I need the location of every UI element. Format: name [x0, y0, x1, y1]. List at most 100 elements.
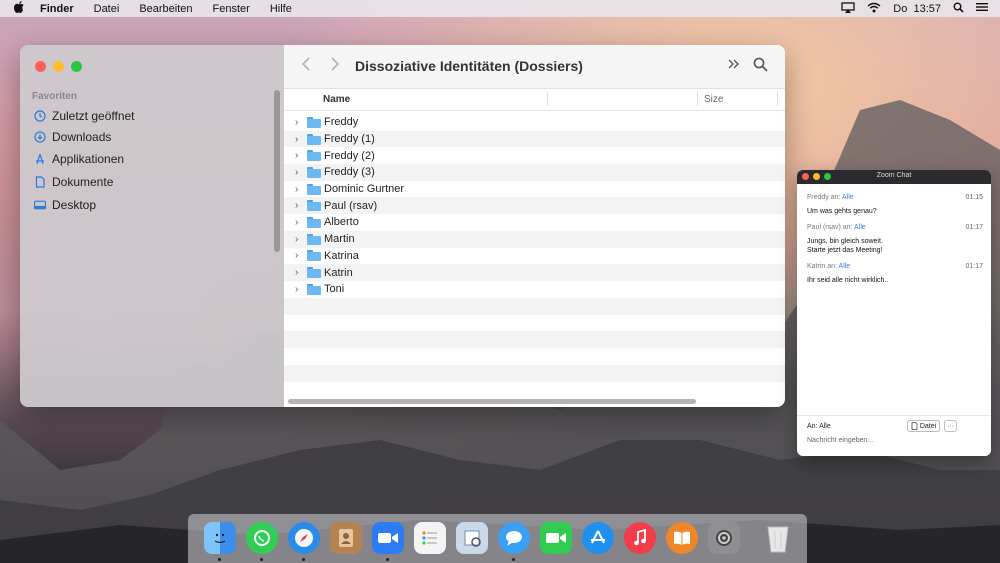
preview-icon[interactable]	[456, 522, 488, 554]
sidebar-item-label: Downloads	[52, 130, 112, 144]
apple-icon[interactable]	[13, 1, 28, 16]
table-row[interactable]: › Alberto	[284, 214, 785, 231]
running-indicator	[386, 558, 389, 561]
dock	[188, 514, 807, 563]
chat-message: Paul (rsav) an: Alle 01:17 Jungs, bin gl…	[807, 224, 983, 255]
file-button[interactable]: Datei	[907, 420, 940, 432]
menu-datei[interactable]: Datei	[94, 3, 120, 15]
folder-name: Freddy (3)	[324, 166, 375, 179]
folder-icon	[307, 200, 321, 212]
disclosure-icon[interactable]: ›	[295, 250, 307, 261]
music-icon[interactable]	[624, 522, 656, 554]
finder-toolbar: Dissoziative Identitäten (Dossiers)	[284, 45, 785, 89]
message-recipient[interactable]: Alle	[854, 224, 866, 231]
folder-icon	[307, 150, 321, 162]
reminders-icon[interactable]	[414, 522, 446, 554]
back-button[interactable]	[301, 55, 311, 78]
horizontal-scrollbar[interactable]	[288, 399, 696, 404]
sidebar-section-title: Favoriten	[32, 91, 78, 102]
disclosure-icon[interactable]: ›	[295, 234, 307, 245]
message-input[interactable]: Nachricht eingeben...	[807, 437, 873, 444]
finder-icon[interactable]	[204, 522, 236, 554]
airplay-icon[interactable]	[841, 1, 855, 16]
window-title: Dissoziative Identitäten (Dossiers)	[355, 58, 583, 74]
more-options-button[interactable]: ···	[944, 420, 957, 432]
folder-icon	[307, 166, 321, 178]
sidebar-item-desktop[interactable]: Desktop	[34, 195, 96, 215]
table-row[interactable]: › Toni	[284, 281, 785, 298]
menu-bar: Finder Datei Bearbeiten Fenster Hilfe Do…	[0, 0, 1000, 17]
zoom-icon[interactable]	[372, 522, 404, 554]
folder-icon	[307, 183, 321, 195]
toolbar-overflow-icon[interactable]	[727, 57, 741, 73]
table-row[interactable]: › Martin	[284, 230, 785, 248]
disclosure-icon[interactable]: ›	[295, 134, 307, 145]
folder-name: Toni	[324, 283, 345, 296]
safari-icon[interactable]	[288, 522, 320, 554]
recipient-selector[interactable]: An: Alle	[807, 423, 831, 430]
running-indicator	[512, 558, 515, 561]
table-row[interactable]: › Katrina	[284, 248, 785, 265]
messages-icon[interactable]	[498, 522, 530, 554]
menu-app-name[interactable]: Finder	[40, 3, 74, 15]
running-indicator	[302, 558, 305, 561]
search-icon[interactable]	[753, 57, 768, 77]
message-time: 01:15	[965, 194, 983, 201]
disclosure-icon[interactable]: ›	[295, 284, 307, 295]
table-row[interactable]: › Paul (rsav)	[284, 197, 785, 215]
download-icon	[34, 131, 46, 143]
table-row[interactable]: › Freddy (3)	[284, 164, 785, 181]
table-row[interactable]: › Freddy (2)	[284, 147, 785, 164]
zoom-chat-window: Zoom Chat Freddy an: Alle 01:15 Um was g…	[797, 170, 991, 456]
menu-hilfe[interactable]: Hilfe	[270, 3, 292, 15]
menu-clock[interactable]: Do 13:57	[893, 3, 941, 15]
apps-icon	[34, 153, 46, 165]
zoom-button[interactable]	[71, 61, 82, 72]
trash-icon[interactable]	[762, 522, 794, 554]
disclosure-icon[interactable]: ›	[295, 117, 307, 128]
zoom-chat-title: Zoom Chat	[876, 172, 912, 179]
zoom-titlebar: Zoom Chat	[797, 170, 991, 184]
control-center-icon[interactable]	[976, 2, 988, 15]
facetime-icon[interactable]	[540, 522, 572, 554]
disclosure-icon[interactable]: ›	[295, 217, 307, 228]
file-list: › Freddy › Freddy (1) › Freddy (2) › Freddy …	[284, 114, 785, 298]
sidebar-item-documents[interactable]: Dokumente	[34, 172, 113, 192]
contacts-icon[interactable]	[330, 522, 362, 554]
message-recipient[interactable]: Alle	[839, 263, 851, 270]
column-divider[interactable]	[547, 92, 548, 106]
table-row[interactable]: › Freddy (1)	[284, 130, 785, 148]
wifi-icon[interactable]	[867, 2, 881, 16]
file-button-label: Datei	[919, 422, 937, 430]
column-divider[interactable]	[777, 92, 778, 106]
disclosure-icon[interactable]: ›	[295, 184, 307, 195]
appstore-icon[interactable]	[582, 522, 614, 554]
disclosure-icon[interactable]: ›	[295, 267, 307, 278]
books-icon[interactable]	[666, 522, 698, 554]
empty-row	[284, 298, 785, 315]
sidebar-item-applications[interactable]: Applikationen	[34, 149, 124, 169]
whatsapp-icon[interactable]	[246, 522, 278, 554]
column-divider[interactable]	[697, 92, 698, 106]
message-recipient[interactable]: Alle	[842, 194, 854, 201]
table-row[interactable]: › Freddy	[284, 114, 785, 131]
menu-bearbeiten[interactable]: Bearbeiten	[139, 3, 192, 15]
menu-fenster[interactable]: Fenster	[213, 3, 250, 15]
table-row[interactable]: › Katrin	[284, 264, 785, 281]
disclosure-icon[interactable]: ›	[295, 200, 307, 211]
folder-name: Freddy (1)	[324, 133, 375, 146]
forward-button[interactable]	[330, 55, 340, 78]
close-button[interactable]	[35, 61, 46, 72]
disclosure-icon[interactable]: ›	[295, 167, 307, 178]
spotlight-icon[interactable]	[953, 2, 964, 16]
sidebar-item-recents[interactable]: Zuletzt geöffnet	[34, 106, 135, 126]
column-name[interactable]: Name	[323, 94, 350, 105]
settings-icon[interactable]	[708, 522, 740, 554]
minimize-button[interactable]	[53, 61, 64, 72]
sidebar-scrollbar[interactable]	[274, 90, 280, 252]
disclosure-icon[interactable]: ›	[295, 150, 307, 161]
message-text: Ihr seid alle nicht wirklich..	[807, 277, 889, 284]
table-row[interactable]: › Dominic Gurtner	[284, 181, 785, 198]
sidebar-item-downloads[interactable]: Downloads	[34, 127, 111, 147]
column-size[interactable]: Size	[704, 94, 723, 105]
